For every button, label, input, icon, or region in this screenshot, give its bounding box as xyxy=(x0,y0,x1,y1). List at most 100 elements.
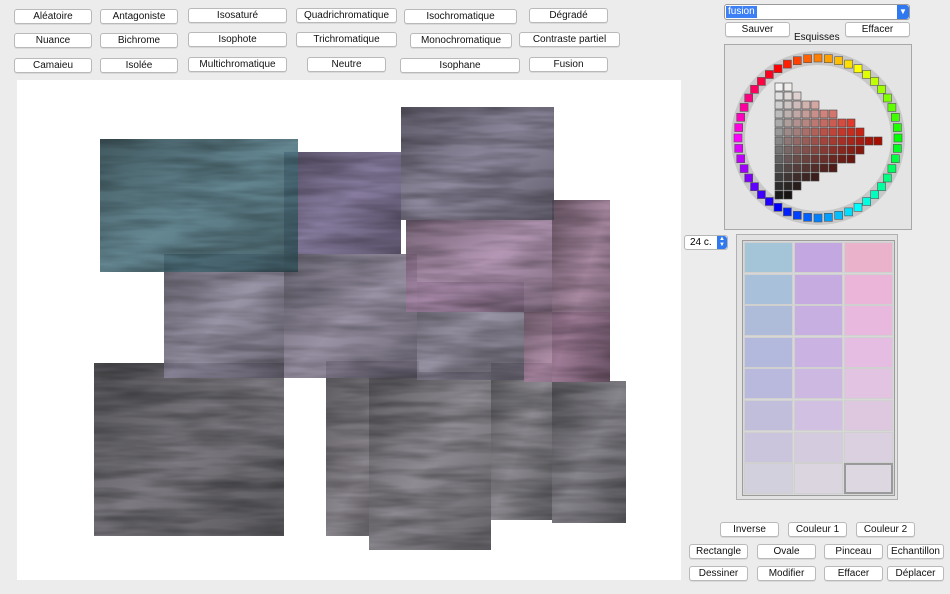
wheel-hue-swatch[interactable] xyxy=(891,113,900,122)
shade-swatch[interactable] xyxy=(783,91,793,101)
canvas-shape[interactable] xyxy=(491,363,552,520)
shade-swatch[interactable] xyxy=(828,154,838,164)
shade-swatch[interactable] xyxy=(828,136,838,146)
wheel-hue-swatch[interactable] xyxy=(824,213,833,222)
canvas-shape[interactable] xyxy=(552,200,610,382)
shade-swatch[interactable] xyxy=(855,136,865,146)
shade-swatch[interactable] xyxy=(792,163,802,173)
shade-swatch[interactable] xyxy=(801,163,811,173)
shade-swatch[interactable] xyxy=(792,109,802,119)
color-swatch[interactable] xyxy=(844,400,893,431)
color-swatch[interactable] xyxy=(844,242,893,273)
shade-swatch[interactable] xyxy=(783,163,793,173)
color-swatch[interactable] xyxy=(844,336,893,368)
rectangle-tool-button[interactable]: Rectangle xyxy=(689,544,748,559)
canvas-shape[interactable] xyxy=(401,107,554,220)
wheel-hue-swatch[interactable] xyxy=(887,164,897,173)
harmony-button-antagoniste[interactable]: Antagoniste xyxy=(100,9,178,24)
selected-color-swatch[interactable] xyxy=(844,463,893,495)
color-swatch[interactable] xyxy=(794,242,843,273)
color-swatch[interactable] xyxy=(794,336,843,368)
wheel-hue-swatch[interactable] xyxy=(824,54,833,63)
shade-swatch[interactable] xyxy=(819,109,829,119)
color-swatch[interactable] xyxy=(794,305,843,337)
shade-swatch[interactable] xyxy=(783,145,793,155)
shade-swatch[interactable] xyxy=(783,109,793,119)
harmony-button-contraste-partiel[interactable]: Contraste partiel xyxy=(519,32,620,47)
harmony-button-fusion[interactable]: Fusion xyxy=(529,57,608,72)
sample-tool-button[interactable]: Echantillon xyxy=(887,544,944,559)
shade-swatch[interactable] xyxy=(774,109,784,119)
sketch-select[interactable]: fusion ▼ xyxy=(724,4,910,20)
wheel-hue-swatch[interactable] xyxy=(773,64,783,74)
shade-swatch[interactable] xyxy=(792,154,802,164)
shade-swatch[interactable] xyxy=(864,136,874,146)
wheel-hue-swatch[interactable] xyxy=(733,133,743,143)
color-swatch[interactable] xyxy=(794,400,843,431)
shade-swatch[interactable] xyxy=(810,154,820,164)
shade-swatch[interactable] xyxy=(801,136,811,146)
harmony-button-camaieu[interactable]: Camaieu xyxy=(14,58,92,73)
shade-swatch[interactable] xyxy=(873,136,883,146)
shade-swatch[interactable] xyxy=(819,163,829,173)
shade-swatch[interactable] xyxy=(828,145,838,155)
color-count-select[interactable]: 24 c. ▲ ▼ xyxy=(684,235,728,250)
brush-tool-button[interactable]: Pinceau xyxy=(824,544,883,559)
shade-swatch[interactable] xyxy=(846,136,856,146)
color-swatch[interactable] xyxy=(744,431,793,463)
shade-swatch[interactable] xyxy=(774,145,784,155)
color-swatch[interactable] xyxy=(744,242,793,273)
shade-swatch[interactable] xyxy=(774,100,784,110)
wheel-hue-swatch[interactable] xyxy=(736,113,745,122)
wheel-hue-swatch[interactable] xyxy=(734,144,743,153)
shade-swatch[interactable] xyxy=(774,82,784,92)
wheel-hue-swatch[interactable] xyxy=(793,56,802,65)
shade-swatch[interactable] xyxy=(783,127,793,137)
wheel-hue-swatch[interactable] xyxy=(736,154,745,163)
chevron-down-icon[interactable]: ▼ xyxy=(897,5,909,19)
wheel-hue-swatch[interactable] xyxy=(853,64,863,74)
color-swatch[interactable] xyxy=(844,431,893,463)
shade-swatch[interactable] xyxy=(783,82,793,92)
shade-swatch[interactable] xyxy=(846,118,856,128)
canvas-shape[interactable] xyxy=(164,254,284,378)
wheel-hue-swatch[interactable] xyxy=(870,190,879,199)
shade-swatch[interactable] xyxy=(792,136,802,146)
shade-swatch[interactable] xyxy=(837,154,847,164)
wheel-hue-swatch[interactable] xyxy=(773,203,783,212)
wheel-hue-swatch[interactable] xyxy=(803,213,812,222)
wheel-hue-swatch[interactable] xyxy=(757,77,766,86)
inverse-button[interactable]: Inverse xyxy=(720,522,779,537)
shade-swatch[interactable] xyxy=(819,145,829,155)
shade-swatch[interactable] xyxy=(783,100,793,110)
shade-swatch[interactable] xyxy=(810,127,820,137)
shade-swatch[interactable] xyxy=(801,100,811,110)
harmony-button-monochromatique[interactable]: Monochromatique xyxy=(410,33,512,48)
canvas-shape[interactable] xyxy=(100,139,298,272)
shade-swatch[interactable] xyxy=(846,127,856,137)
wheel-hue-swatch[interactable] xyxy=(883,173,892,183)
shade-swatch[interactable] xyxy=(801,145,811,155)
shade-swatch[interactable] xyxy=(774,154,784,164)
color-swatch[interactable] xyxy=(794,431,843,463)
harmony-button-aleatoire[interactable]: Aléatoire xyxy=(14,9,92,24)
shade-swatch[interactable] xyxy=(819,127,829,137)
shade-swatch[interactable] xyxy=(801,118,811,128)
wheel-hue-swatch[interactable] xyxy=(877,84,886,94)
save-sketch-button[interactable]: Sauver xyxy=(725,22,790,37)
shade-swatch[interactable] xyxy=(792,91,802,101)
shade-swatch[interactable] xyxy=(783,181,793,191)
move-mode-button[interactable]: Déplacer xyxy=(887,566,944,581)
wheel-hue-swatch[interactable] xyxy=(870,77,879,86)
wheel-hue-swatch[interactable] xyxy=(793,211,802,220)
canvas-shape[interactable] xyxy=(406,220,552,312)
shade-swatch[interactable] xyxy=(810,145,820,155)
wheel-hue-swatch[interactable] xyxy=(734,123,743,132)
canvas-shape[interactable] xyxy=(94,363,284,536)
shade-swatch[interactable] xyxy=(819,118,829,128)
wheel-hue-swatch[interactable] xyxy=(844,59,853,69)
wheel-hue-swatch[interactable] xyxy=(764,70,774,79)
shade-swatch[interactable] xyxy=(783,190,793,200)
harmony-button-neutre[interactable]: Neutre xyxy=(307,57,386,72)
shade-swatch[interactable] xyxy=(783,136,793,146)
